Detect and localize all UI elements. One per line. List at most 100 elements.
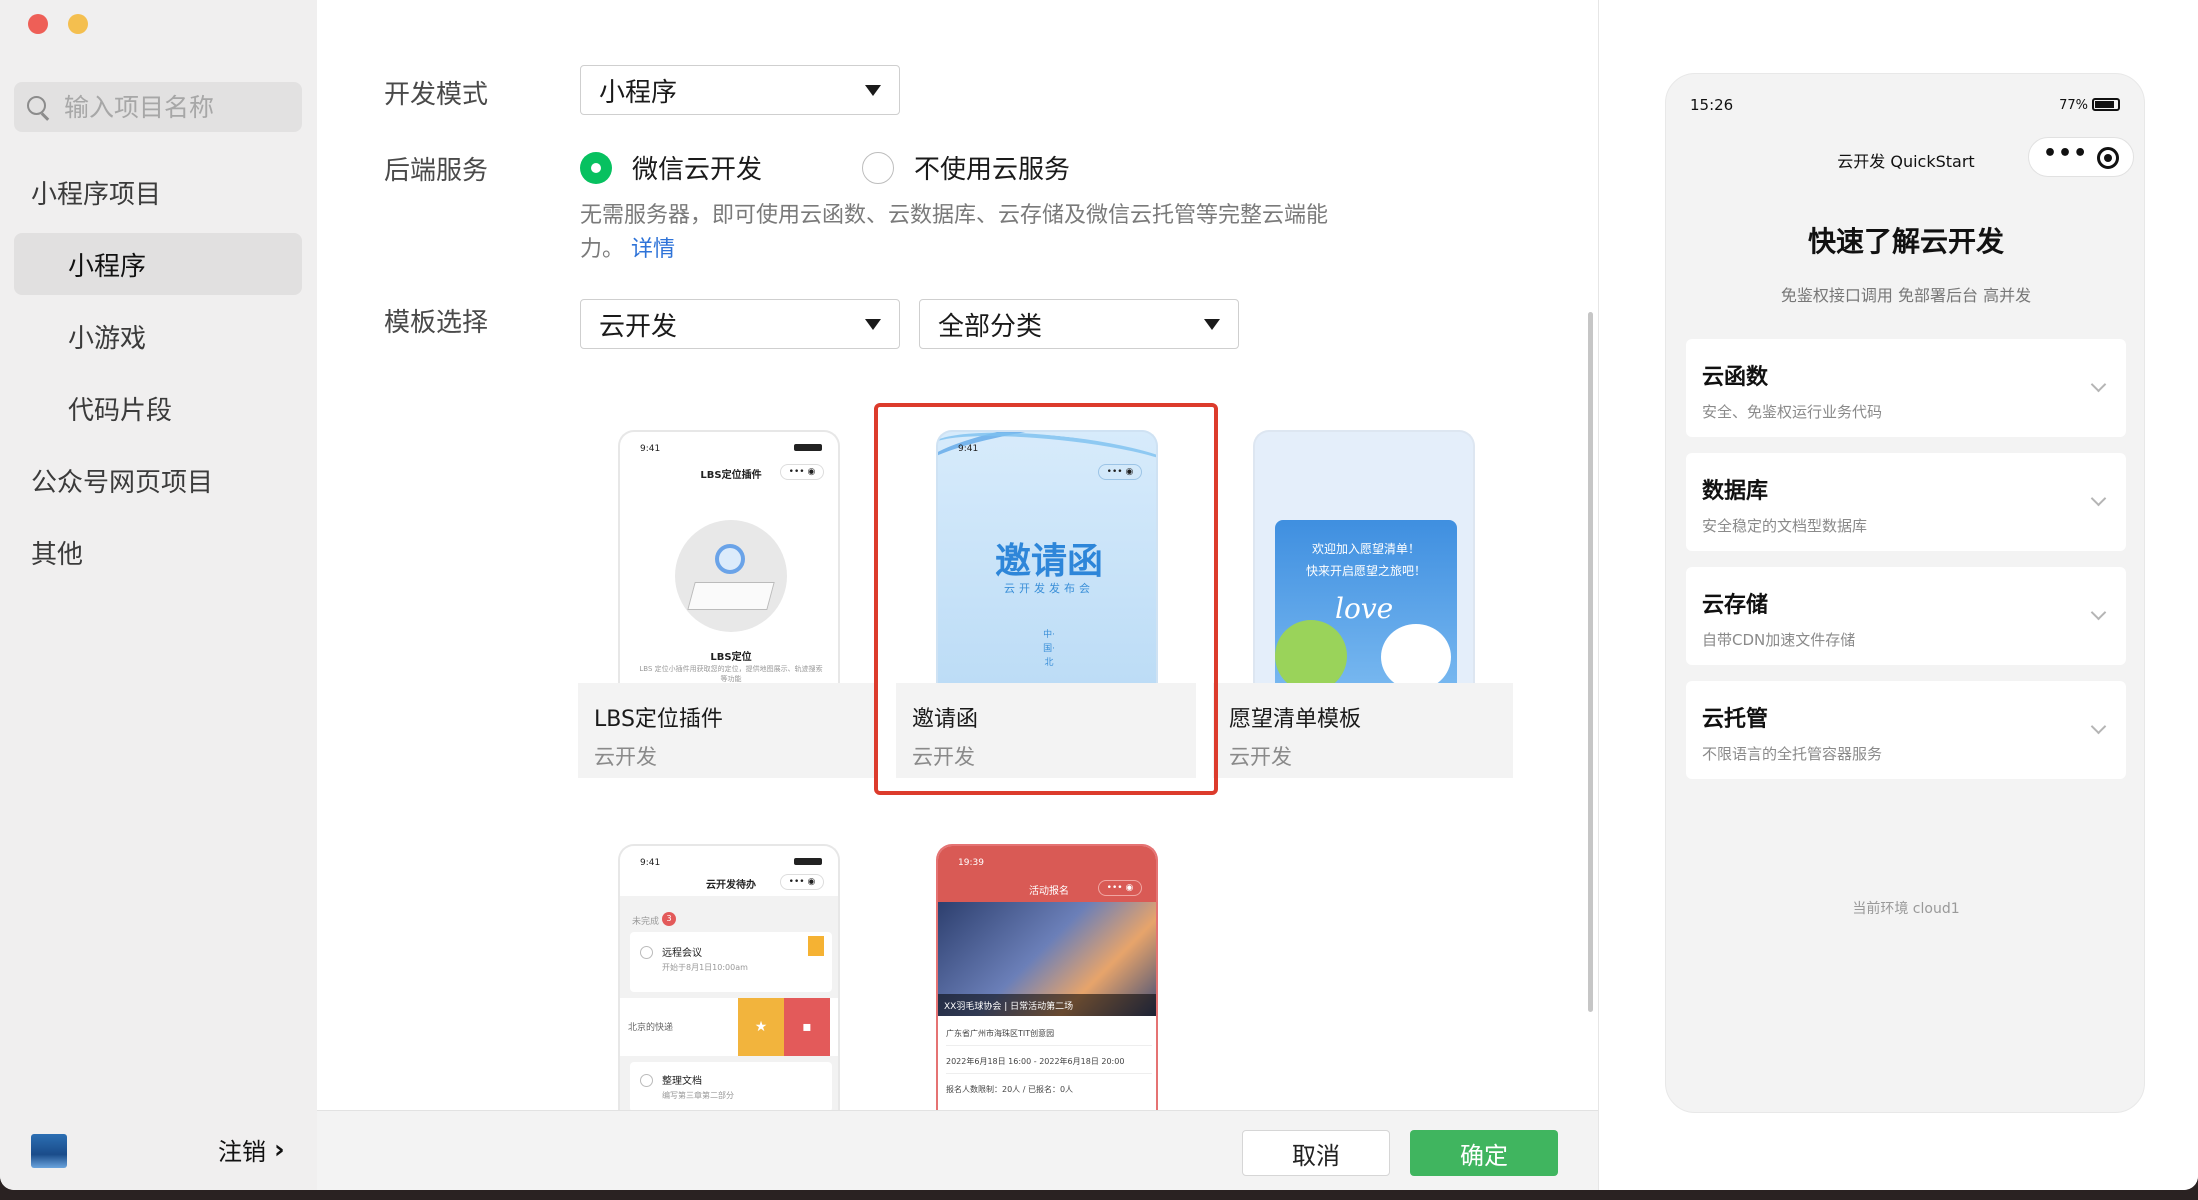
preview-phone: 15:26 77% 云开发 QuickStart ••• 快速了解云开发 免鉴权… <box>1665 73 2145 1113</box>
radio-wechat-cloud-label: 微信云开发 <box>632 155 763 185</box>
cancel-button[interactable]: 取消 <box>1242 1130 1390 1176</box>
map-pin-illustration <box>675 520 787 632</box>
preview-item-storage: 云存储 自带CDN加速文件存储 <box>1686 567 2126 665</box>
battery-icon <box>2092 98 2120 111</box>
template-type-select[interactable]: 云开发 <box>580 299 900 349</box>
phone-time: 9:41 <box>640 444 661 454</box>
todo-subtitle: 开始于8月1日10:00am <box>662 963 748 972</box>
close-window-button[interactable] <box>28 14 48 34</box>
todo-partial-title: 北京的快递 <box>628 1023 674 1033</box>
template-thumbnail: 欢迎加入愿望清单！ 快来开启愿望之旅吧！ love <box>1213 418 1513 688</box>
capsule-icon: ••• ◉ <box>780 874 824 890</box>
project-search[interactable] <box>14 82 302 132</box>
radio-no-cloud[interactable]: 不使用云服务 <box>862 149 1070 186</box>
template-card-todo[interactable]: 9:41 云开发待办 ••• ◉ 未完成 3 远程会议 开始于8月1日10:00… <box>578 832 878 1110</box>
radio-selected-icon <box>580 151 612 184</box>
template-card-event[interactable]: 19:39 活动报名 ••• ◉ XX羽毛球协会 | 日常活动第二场 广东省广州… <box>896 832 1196 1110</box>
minimize-window-button[interactable] <box>68 14 88 34</box>
todo-subtitle: 编写第三章第二部分 <box>662 1091 734 1100</box>
star-icon: ★ <box>738 998 784 1056</box>
todo-item: 整理文档 编写第三章第二部分 <box>630 1062 832 1110</box>
backend-description: 无需服务器，即可使用云函数、云数据库、云存储及微信云托管等完整云端能力。 详情 <box>580 199 1360 267</box>
logout-button[interactable]: 注销 › <box>218 1132 285 1167</box>
dev-mode-label: 开发模式 <box>384 80 489 110</box>
preview-item-title: 云存储 <box>1702 593 1769 618</box>
preview-item-cloud-function: 云函数 安全、免鉴权运行业务代码 <box>1686 339 2126 437</box>
dialog-footer: 取消 确定 <box>317 1110 1598 1190</box>
sidebar-group-other[interactable]: 其他 <box>31 521 83 583</box>
search-input[interactable] <box>64 92 294 122</box>
template-info: 愿望清单模板 云开发 <box>1213 683 1513 778</box>
template-subtitle: 云开发 <box>594 745 657 769</box>
sidebar: 小程序项目 小程序 小游戏 代码片段 公众号网页项目 其他 注销 › <box>0 0 317 1190</box>
banner-line-1: 欢迎加入愿望清单！ <box>1311 542 1420 556</box>
star-flag-icon <box>808 936 824 956</box>
green-character-illustration <box>1275 620 1347 688</box>
phone-mockup: 19:39 活动报名 ••• ◉ XX羽毛球协会 | 日常活动第二场 广东省广州… <box>936 844 1158 1110</box>
capsule-icon: ••• ◉ <box>1098 880 1142 896</box>
more-icon: ••• <box>2043 141 2089 166</box>
scrollbar[interactable] <box>1588 312 1593 1012</box>
radio-unselected-icon <box>862 151 894 184</box>
caret-down-icon <box>865 319 881 330</box>
preview-heading: 快速了解云开发 <box>1807 225 2004 258</box>
sidebar-item-miniprogram[interactable]: 小程序 <box>14 233 302 295</box>
caret-down-icon <box>865 85 881 96</box>
confirm-button[interactable]: 确定 <box>1410 1130 1558 1176</box>
template-thumbnail: 19:39 活动报名 ••• ◉ XX羽毛球协会 | 日常活动第二场 广东省广州… <box>896 832 1196 1110</box>
new-project-window: 小程序项目 小程序 小游戏 代码片段 公众号网页项目 其他 注销 › 开发模式 … <box>0 0 2198 1190</box>
details-link[interactable]: 详情 <box>631 237 675 262</box>
todo-item: 远程会议 开始于8月1日10:00am <box>630 932 832 992</box>
preview-item-desc: 安全、免鉴权运行业务代码 <box>1702 403 1883 421</box>
template-card-wishlist[interactable]: 欢迎加入愿望清单！ 快来开启愿望之旅吧！ love 愿望清单模板 云开发 <box>1213 418 1513 778</box>
phone-time: 19:39 <box>958 858 984 868</box>
template-category-select[interactable]: 全部分类 <box>919 299 1239 349</box>
white-character-illustration <box>1381 624 1451 688</box>
preview-battery-text: 77% <box>2059 98 2088 113</box>
phone-desc: LBS 定位小插件用获取您的定位，提供地图展示、轨迹搜索等功能 <box>639 665 823 683</box>
status-icons <box>794 858 822 865</box>
phone-time: 9:41 <box>640 858 661 868</box>
template-title: 愿望清单模板 <box>1229 707 1362 732</box>
phone-mockup: 9:41 云开发待办 ••• ◉ 未完成 3 远程会议 开始于8月1日10:00… <box>618 844 840 1110</box>
phone-caption: LBS定位 <box>710 652 752 663</box>
event-capacity: 报名人数限制：20人 / 已报名：0人 <box>946 1085 1074 1094</box>
radio-wechat-cloud[interactable]: 微信云开发 <box>580 149 762 186</box>
preview-item-desc: 安全稳定的文档型数据库 <box>1702 517 1868 535</box>
todo-count-badge: 3 <box>662 912 676 926</box>
sidebar-item-minigame[interactable]: 小游戏 <box>14 305 302 367</box>
phone-mockup: 欢迎加入愿望清单！ 快来开启愿望之旅吧！ love <box>1253 430 1475 688</box>
template-info: LBS定位插件 云开发 <box>578 683 878 778</box>
selected-template-highlight <box>874 403 1218 795</box>
trash-icon: ▪ <box>784 998 830 1056</box>
logout-label: 注销 <box>218 1138 266 1166</box>
preview-item-title: 云托管 <box>1702 707 1769 732</box>
dev-mode-select[interactable]: 小程序 <box>580 65 900 115</box>
template-card-lbs[interactable]: 9:41 LBS定位插件 ••• ◉ LBS定位 LBS 定位小插件用获取您的定… <box>578 418 878 778</box>
preview-item-database: 数据库 安全稳定的文档型数据库 <box>1686 453 2126 551</box>
radio-no-cloud-label: 不使用云服务 <box>914 155 1071 185</box>
target-icon <box>2097 147 2119 169</box>
status-icons <box>794 444 822 451</box>
event-location: 广东省广州市海珠区TIT创意园 <box>946 1028 1152 1046</box>
sidebar-group-miniprogram[interactable]: 小程序项目 <box>31 161 161 223</box>
todo-title: 远程会议 <box>662 948 702 959</box>
template-subtitle: 云开发 <box>1229 745 1292 769</box>
search-icon <box>26 95 50 119</box>
todo-section: 未完成 <box>632 917 660 927</box>
preview-time: 15:26 <box>1690 96 1734 114</box>
template-type-value: 云开发 <box>599 311 678 342</box>
backend-label: 后端服务 <box>384 156 489 186</box>
banner-line-2: 快来开启愿望之旅吧！ <box>1305 564 1426 578</box>
wishlist-banner: 欢迎加入愿望清单！ 快来开启愿望之旅吧！ love <box>1275 520 1457 688</box>
avatar[interactable] <box>31 1134 67 1168</box>
event-photo-caption: XX羽毛球协会 | 日常活动第二场 <box>944 1002 1074 1012</box>
sidebar-item-code-snippet[interactable]: 代码片段 <box>14 377 302 439</box>
preview-item-cloud-hosting: 云托管 不限语言的全托管容器服务 <box>1686 681 2126 779</box>
template-preview-panel: 15:26 77% 云开发 QuickStart ••• 快速了解云开发 免鉴权… <box>1598 0 2198 1190</box>
dev-mode-value: 小程序 <box>599 77 678 108</box>
capsule-icon: ••• ◉ <box>780 464 824 480</box>
banner-script: love <box>1335 592 1394 625</box>
sidebar-group-official-account[interactable]: 公众号网页项目 <box>31 449 213 511</box>
chevron-right-icon: › <box>274 1134 285 1165</box>
